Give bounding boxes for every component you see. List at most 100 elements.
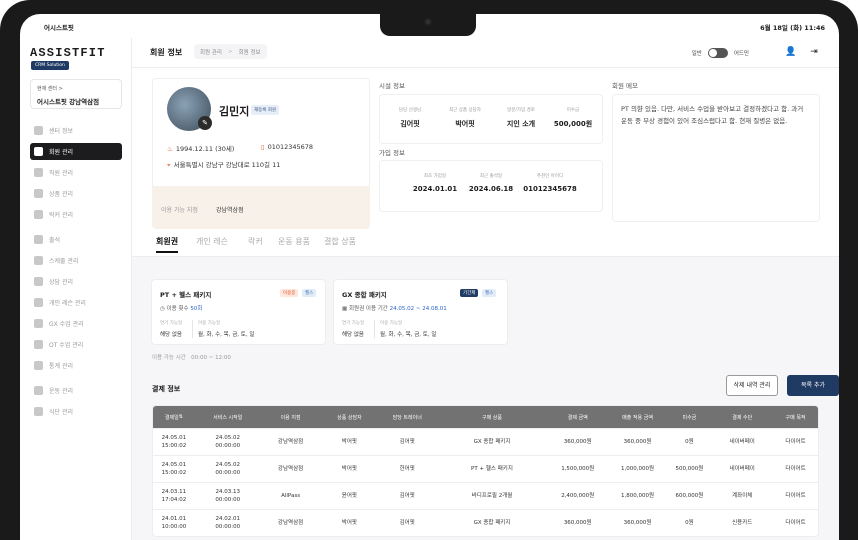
add-list-button[interactable]: 목록 추가 <box>787 375 839 396</box>
table-row[interactable]: 24.01.01 10:00:00 24.02.01 00:00:00 강남역삼점 박… <box>153 509 818 536</box>
pass-usage-label: 회원권 이용 기간 <box>348 306 388 312</box>
pass-card[interactable]: PT + 헬스 패키지 이용중 헬스 ◷ 이용 횟수 50회 연기 가능일 해당… <box>151 279 326 345</box>
attendance-icon <box>34 235 43 244</box>
table-cell: 24.01.01 10:00:00 <box>161 516 187 530</box>
column-header: 이용 지점 <box>280 414 301 421</box>
pass-key: 이용 가능일 <box>198 321 221 326</box>
table-cell: 600,000원 <box>675 493 704 499</box>
table-cell: 박어핏 <box>341 439 357 445</box>
birth-value: 1994.12.11 (30세) <box>175 145 235 153</box>
sidebar-item-consult[interactable]: 상담 관리 <box>30 273 122 290</box>
divider <box>374 320 375 338</box>
camera-notch <box>380 14 476 36</box>
table-cell: 강남역삼점 <box>277 466 304 472</box>
table-cell: 다이어트 <box>785 520 806 526</box>
breadcrumb: 회원 관리 > 회원 정보 <box>194 44 267 59</box>
sidebar-item-label: 출석 <box>49 237 61 244</box>
sidebar-item-exercise[interactable]: 운동 관리 <box>30 382 122 399</box>
app-logo: ASSISTFIT <box>30 46 106 60</box>
column-header: 매출 적용 금액 <box>622 414 653 421</box>
table-row[interactable]: 24.03.11 17:04:02 24.03.13 00:00:00 AllPas… <box>153 482 818 509</box>
mode-toggle[interactable] <box>707 48 728 58</box>
pass-card[interactable]: GX 종합 패키지 기간제 헬스 ▦ 회원권 이용 기간 24.05.02 ~ … <box>333 279 508 345</box>
center-selector[interactable]: 현재 센터 > 어시스트핏 강남역삼점 <box>30 79 122 109</box>
pass-usage-value: 24.05.02 ~ 24.08.01 <box>389 306 447 312</box>
chevron-right-icon: > <box>228 48 233 55</box>
sidebar-item-products[interactable]: 상품 관리 <box>30 185 122 202</box>
sidebar-item-pt[interactable]: 개인 레슨 관리 <box>30 294 122 311</box>
pass-type-badge: 헬스 <box>302 289 317 297</box>
tab-bundle[interactable]: 결합 상품 <box>324 236 356 251</box>
edit-icon[interactable]: ✎ <box>198 116 212 130</box>
tab-locker[interactable]: 락커 <box>248 236 263 251</box>
table-cell: 2,400,000원 <box>561 493 595 499</box>
mode-switch: 일반 어드민 <box>692 48 749 58</box>
memo-box[interactable]: PT 의향 있음. 다만, 서비스 수업을 받아보고 결정하겠다고 함. 과거 … <box>612 94 820 222</box>
sidebar-item-schedule[interactable]: 스케줄 관리 <box>30 252 122 269</box>
column-header: 담당 트레이너 <box>392 414 422 421</box>
table-cell: 윤어핏 <box>341 493 357 499</box>
tab-membership[interactable]: 회원권 <box>156 236 179 253</box>
table-row[interactable]: 24.05.01 15:00:02 24.05.02 00:00:00 강남역삼점 박… <box>153 428 818 455</box>
tab-sports-goods[interactable]: 운동 용품 <box>278 236 310 251</box>
chart-icon <box>34 361 43 370</box>
column-header: 구매 목적 <box>785 414 806 421</box>
logout-icon[interactable]: ⇥ <box>809 47 819 57</box>
building-icon <box>34 126 43 135</box>
available-time-label: 이용 가능 시간 <box>152 355 186 361</box>
sidebar-item-meal[interactable]: 식단 관리 <box>30 403 122 420</box>
user-icon[interactable]: 👤 <box>785 47 796 57</box>
table-cell: 24.05.02 00:00:00 <box>215 462 241 476</box>
table-row[interactable]: 24.05.01 15:00:02 24.05.02 00:00:00 강남역삼점 박… <box>153 455 818 482</box>
sidebar-item-attendance[interactable]: 출석 <box>30 231 122 248</box>
profile-card: ✎ 김민지 재등록 회원 ♨ 1994.12.11 (30세) ▯ 01012345… <box>152 78 370 188</box>
app-screen: 어시스트핏 6월 18일 (화) 11:46 ASSISTFIT CRM Sol… <box>20 14 839 540</box>
payment-table: 결제일 ⇅ 서비스 시작일 이용 지점 상품 상담자 담당 트레이너 구매 상품 결제 금액… <box>152 405 819 537</box>
column-header: 상품 상담자 <box>337 414 362 421</box>
sidebar-item-lockers[interactable]: 락커 관리 <box>30 206 122 223</box>
users-icon <box>34 147 43 156</box>
column-header-sortable[interactable]: 결제일 ⇅ <box>153 406 195 428</box>
table-header: 결제일 ⇅ 서비스 시작일 이용 지점 상품 상담자 담당 트레이너 구매 상품 결제 금액… <box>153 406 818 428</box>
deleted-history-button[interactable]: 삭제 내역 관리 <box>726 375 778 396</box>
phone-icon: ▯ <box>261 143 265 151</box>
breadcrumb-member-admin[interactable]: 회원 관리 <box>200 48 222 56</box>
registration-value: 2024.06.18 <box>468 185 514 193</box>
sidebar-item-stats[interactable]: 통계 관리 <box>30 357 122 374</box>
sort-icon[interactable]: ⇅ <box>179 414 183 420</box>
registration-value: 2024.01.01 <box>412 185 458 193</box>
payment-title: 결제 정보 <box>152 385 181 393</box>
sidebar-item-center-info[interactable]: 센터 정보 <box>30 122 122 139</box>
pass-key: 연기 가능일 <box>342 321 365 326</box>
table-cell: 강남역삼점 <box>277 439 304 445</box>
table-cell: 0원 <box>685 520 694 526</box>
status-datetime: 6월 18일 (화) 11:46 <box>760 24 825 32</box>
staff-icon <box>34 168 43 177</box>
facility-title: 시설 정보 <box>379 82 405 90</box>
chevron-right-icon: > <box>58 86 63 92</box>
pass-title: GX 종합 패키지 <box>342 291 387 299</box>
sidebar-item-staff[interactable]: 직원 관리 <box>30 164 122 181</box>
sidebar-item-label: 상담 관리 <box>49 279 73 286</box>
pass-value: 해당 없음 <box>342 332 364 338</box>
sidebar-item-members[interactable]: 회원 관리 <box>30 143 122 160</box>
facility-col: 미수금 500,000원 <box>548 107 598 129</box>
sidebar-item-label: GX 수업 관리 <box>49 321 84 328</box>
dumbbell-icon <box>34 298 43 307</box>
grid-icon <box>34 189 43 198</box>
crm-badge: CRM Solution <box>31 61 69 70</box>
location-icon: ⌖ <box>167 161 171 169</box>
table-cell: 강남역삼점 <box>277 520 304 526</box>
facility-value: 지인 소개 <box>506 120 536 128</box>
pass-usage-value: 50회 <box>190 306 203 312</box>
pass-key: 연기 가능일 <box>160 321 183 326</box>
sidebar-item-gx[interactable]: GX 수업 관리 <box>30 315 122 332</box>
sidebar-item-ot[interactable]: OT 수업 관리 <box>30 336 122 353</box>
facility-col: 담당 선생님 김어핏 <box>390 107 430 129</box>
tab-personal-lesson[interactable]: 개인 레슨 <box>196 236 228 251</box>
member-tabs: 회원권 개인 레슨 락커 운동 용품 결합 상품 <box>152 236 839 256</box>
table-cell: 다이어트 <box>785 466 806 472</box>
member-tag: 재등록 회원 <box>251 105 280 115</box>
table-cell: 24.03.13 00:00:00 <box>215 489 241 503</box>
table-cell: 360,000원 <box>563 520 592 526</box>
